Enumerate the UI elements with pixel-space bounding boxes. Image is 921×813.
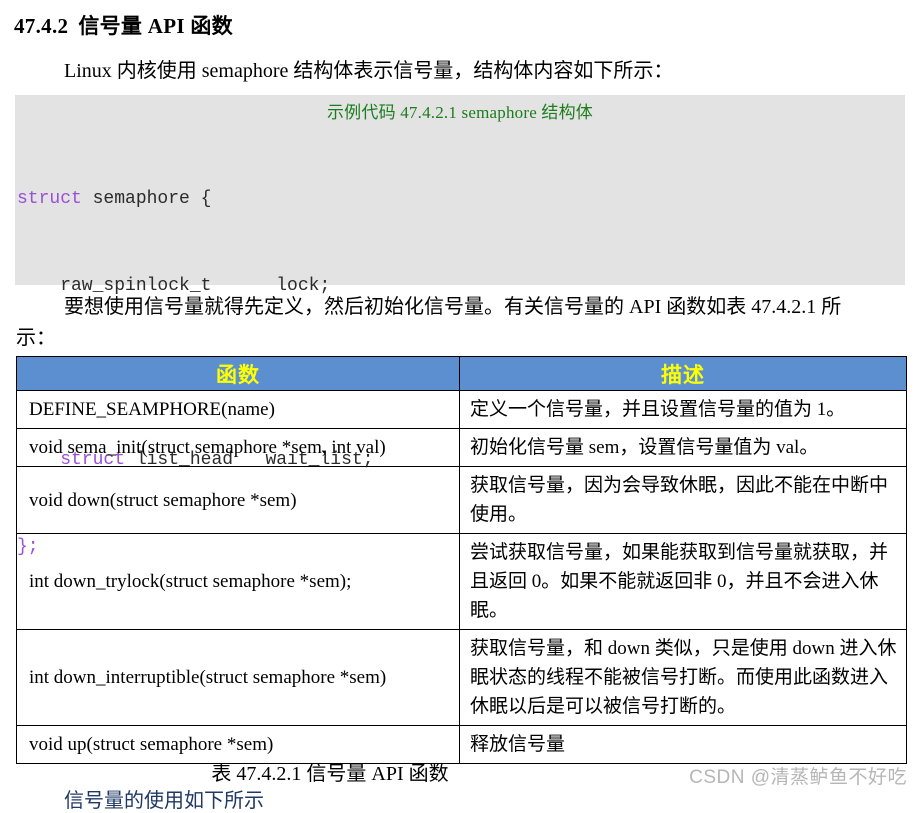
csdn-watermark: CSDN @清蒸鲈鱼不好吃 <box>689 767 907 788</box>
code-text: semaphore { <box>81 189 212 209</box>
code-line: struct semaphore { <box>17 185 905 214</box>
api-function-table: 函数 描述 DEFINE_SEAMPHORE(name) 定义一个信号量，并且设… <box>16 356 907 764</box>
intro-paragraph: Linux 内核使用 semaphore 结构体表示信号量，结构体内容如下所示： <box>64 60 674 82</box>
cell-function: int down_trylock(struct semaphore *sem); <box>16 533 460 630</box>
cell-function: void sema_init(struct semaphore *sem, in… <box>16 428 460 467</box>
table-row: int down_interruptible(struct semaphore … <box>16 629 907 726</box>
table-row: void sema_init(struct semaphore *sem, in… <box>16 428 907 467</box>
body-paragraph-line-1: 要想使用信号量就得先定义，然后初始化信号量。有关信号量的 API 函数如表 47… <box>64 296 842 318</box>
cell-description: 获取信号量，和 down 类似，只是使用 down 进入休眠状态的线程不能被信号… <box>459 629 907 726</box>
cell-description: 获取信号量，因为会导致休眠，因此不能在中断中使用。 <box>459 466 907 534</box>
cell-function: void down(struct semaphore *sem) <box>16 466 460 534</box>
section-number: 47.4.2 <box>14 14 69 38</box>
code-keyword: struct <box>17 189 82 209</box>
cell-description: 尝试获取信号量，如果能获取到信号量就获取，并且返回 0。如果不能就返回非 0，并… <box>459 533 907 630</box>
table-header-row: 函数 描述 <box>16 356 907 391</box>
table-caption: 表 47.4.2.1 信号量 API 函数 <box>211 763 449 785</box>
column-header-description: 描述 <box>459 356 907 391</box>
cell-function: DEFINE_SEAMPHORE(name) <box>16 390 460 429</box>
table-row: DEFINE_SEAMPHORE(name) 定义一个信号量，并且设置信号量的值… <box>16 390 907 429</box>
body-paragraph: 要想使用信号量就得先定义，然后初始化信号量。有关信号量的 API 函数如表 47… <box>16 292 916 354</box>
cell-description: 定义一个信号量，并且设置信号量的值为 1。 <box>459 390 907 429</box>
section-heading: 47.4.2 信号量 API 函数 <box>14 10 233 40</box>
table-row: void down(struct semaphore *sem) 获取信号量，因… <box>16 466 907 534</box>
table-row: int down_trylock(struct semaphore *sem);… <box>16 533 907 630</box>
section-title: 信号量 API 函数 <box>78 14 233 38</box>
column-header-function: 函数 <box>16 356 460 391</box>
code-block-caption: 示例代码 47.4.2.1 semaphore 结构体 <box>326 103 594 122</box>
code-block: 示例代码 47.4.2.1 semaphore 结构体 struct semap… <box>15 95 905 557</box>
cell-function: int down_interruptible(struct semaphore … <box>16 629 460 726</box>
body-paragraph-line-2: 示： <box>16 327 56 349</box>
cell-description: 初始化信号量 sem，设置信号量值为 val。 <box>459 428 907 467</box>
document-page: 47.4.2 信号量 API 函数 Linux 内核使用 semaphore 结构… <box>0 0 921 812</box>
trailing-clipped-line: 信号量的使用如下所示 <box>64 790 264 812</box>
